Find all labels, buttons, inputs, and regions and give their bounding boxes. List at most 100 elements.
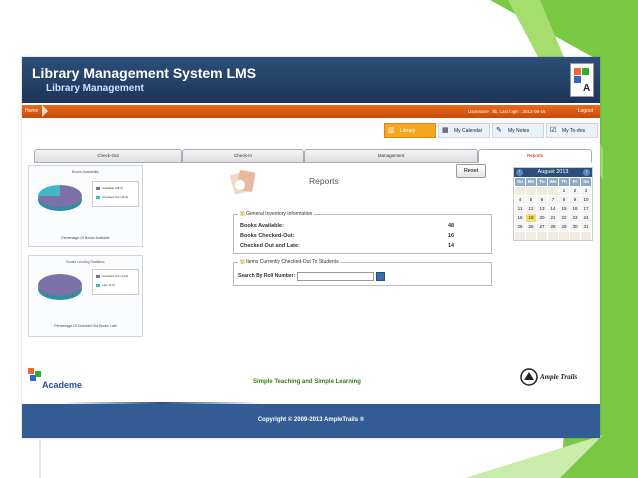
calendar-empty-cell: [581, 232, 591, 240]
reports-icon: [230, 170, 256, 195]
calendar-day[interactable]: 28: [548, 223, 558, 231]
app-header: Library Management System LMS Library Ma…: [22, 57, 600, 103]
calendar-icon: ▦: [442, 127, 449, 134]
calendar-day[interactable]: 17: [581, 205, 591, 213]
legend-checked-out: Checked Out (16.0): [96, 195, 128, 199]
nav-calendar-button[interactable]: ▦ My Calendar: [438, 123, 490, 138]
calendar-day[interactable]: 1: [559, 187, 569, 195]
user-info: Username : lib, Last login : 2013-08-16: [468, 109, 546, 114]
module-nav: ▥ Library ▦ My Calendar ✎ My Notes ☑ My …: [22, 123, 600, 141]
roll-number-input[interactable]: [297, 272, 374, 281]
chevron-left-icon[interactable]: ‹: [516, 169, 523, 176]
tab-check-out[interactable]: Check-Out: [34, 149, 182, 163]
calendar-day[interactable]: 23: [570, 214, 580, 222]
availability-footer: Percentage Of Books Available: [61, 236, 110, 240]
calendar-empty-cell: [515, 187, 525, 195]
calendar-day[interactable]: 11: [515, 205, 525, 213]
ample-trails-logo: Ample Trails: [520, 368, 592, 388]
inventory-legend-text: General Inventory Information: [246, 211, 313, 217]
calendar-empty-cell: [548, 232, 558, 240]
checked-out-late-label: Checked Out and Late:: [240, 243, 300, 249]
app-window: Library Management System LMS Library Ma…: [22, 57, 600, 438]
tab-management[interactable]: Management: [304, 149, 478, 163]
nav-library-button[interactable]: ▥ Library: [384, 123, 436, 138]
search-icon[interactable]: [376, 272, 385, 281]
calendar-day[interactable]: 20: [537, 214, 547, 222]
calendar-empty-cell: [526, 187, 536, 195]
pie-slice-checked-out: [38, 185, 60, 196]
svg-text:A: A: [583, 83, 590, 94]
calendar-day[interactable]: 4: [515, 196, 525, 204]
calendar-day[interactable]: 18: [515, 214, 525, 222]
calendar-empty-cell: [515, 232, 525, 240]
calendar-empty-cell: [537, 187, 547, 195]
calendar-day[interactable]: 7: [548, 196, 558, 204]
calendar-empty-cell: [526, 232, 536, 240]
calendar-day[interactable]: 2: [570, 187, 580, 195]
availability-title: Books Availability: [72, 170, 99, 174]
availability-legend: Available (48.0) Checked Out (16.0): [92, 181, 139, 207]
checked-out-late-value: 14: [448, 243, 455, 249]
calendar-day[interactable]: 3: [581, 187, 591, 195]
calendar-day[interactable]: 15: [559, 205, 569, 213]
books-icon: ▥: [388, 127, 395, 134]
copyright-bar: Copyright © 2009-2013 AmpleTrails ®: [22, 404, 600, 438]
nav-calendar-label: My Calendar: [454, 128, 483, 134]
calendar-day[interactable]: 13: [537, 205, 547, 213]
calendar-day[interactable]: 27: [537, 223, 547, 231]
app-subtitle: Library Management: [46, 83, 144, 94]
reports-title: Reports: [309, 176, 339, 186]
tab-reports[interactable]: Reports: [478, 149, 592, 163]
nav-notes-button[interactable]: ✎ My Notes: [492, 123, 544, 138]
notes-icon: ✎: [496, 127, 502, 134]
chevron-right-icon: [42, 105, 48, 117]
app-logo-icon: A: [570, 63, 594, 97]
legend-checked-out: Checked Out (14.0): [96, 274, 128, 278]
calendar-day[interactable]: 22: [559, 214, 569, 222]
tab-bar: Check-Out Check-In Management Reports: [34, 149, 592, 163]
calendar-day[interactable]: 26: [526, 223, 536, 231]
calendar-day[interactable]: 31: [581, 223, 591, 231]
calendar-day[interactable]: 5: [526, 196, 536, 204]
ample-trails-logo-icon: [520, 368, 538, 386]
chevron-right-icon[interactable]: ›: [583, 169, 590, 176]
calendar-dow: Th: [559, 178, 569, 186]
books-checked-out-value: 16: [448, 233, 455, 239]
calendar-day[interactable]: 16: [570, 205, 580, 213]
calendar-day[interactable]: 25: [515, 223, 525, 231]
lending-footer: Percentage Of Checked Out Books Late: [54, 324, 117, 328]
tab-check-in[interactable]: Check-In: [182, 149, 304, 163]
lending-title: Books Lending Statistics: [66, 260, 105, 264]
calendar-day[interactable]: 21: [548, 214, 558, 222]
calendar-day[interactable]: 9: [570, 196, 580, 204]
academe-logo-icon: [28, 368, 41, 381]
calendar-day[interactable]: 29: [559, 223, 569, 231]
nav-todos-button[interactable]: ☑ My To-dos: [546, 123, 598, 138]
calendar-dow: Fr: [570, 178, 580, 186]
calendar-day[interactable]: 12: [526, 205, 536, 213]
availability-pie-chart: [38, 185, 82, 211]
calendar-day[interactable]: 14: [548, 205, 558, 213]
lending-pie-chart: [38, 274, 82, 300]
calendar-day[interactable]: 24: [581, 214, 591, 222]
reset-button[interactable]: Reset: [456, 164, 486, 178]
books-checked-out-label: Books Checked-Out:: [240, 233, 295, 239]
calendar-empty-cell: [559, 232, 569, 240]
calendar-day[interactable]: 8: [559, 196, 569, 204]
calendar-day[interactable]: 6: [537, 196, 547, 204]
todo-icon: ☑: [550, 127, 557, 134]
footer: Academe Simple Teaching and Simple Learn…: [22, 362, 600, 400]
calendar-dow: Tu: [537, 178, 547, 186]
books-available-label: Books Available:: [240, 223, 284, 229]
calendar-day[interactable]: 19: [526, 214, 536, 222]
calendar-day[interactable]: 30: [570, 223, 580, 231]
books-available-value: 48: [448, 223, 455, 229]
academe-logo: Academe: [28, 366, 88, 392]
calendar-day[interactable]: 10: [581, 196, 591, 204]
calendar-dow: Su: [515, 178, 525, 186]
lending-legend: Checked Out (14.0) Late (0.0): [92, 269, 139, 295]
nav-library-label: Library: [400, 128, 416, 134]
books-icon: ▥: [240, 259, 245, 265]
calendar-month: August 2013: [537, 169, 569, 175]
logout-link[interactable]: Logout: [578, 105, 593, 118]
